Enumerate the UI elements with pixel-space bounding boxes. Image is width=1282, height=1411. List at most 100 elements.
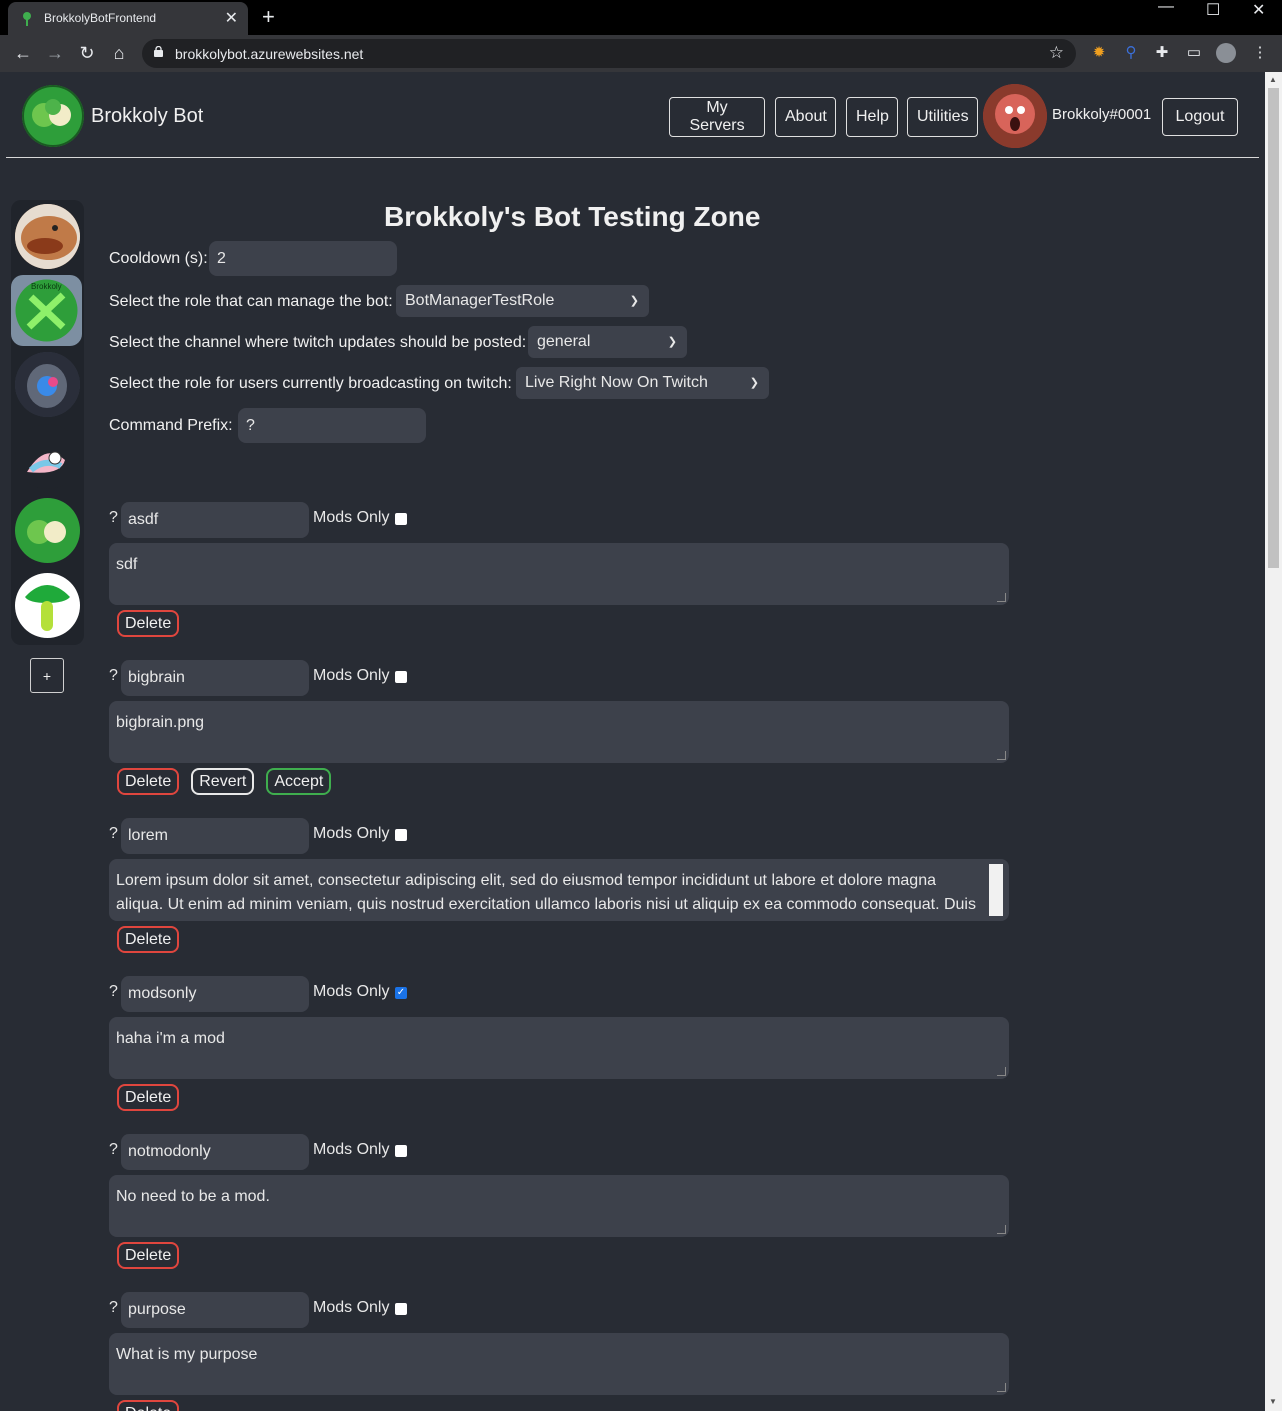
server-icon-bird[interactable] bbox=[15, 424, 80, 489]
my-servers-button[interactable]: My Servers bbox=[669, 97, 765, 137]
home-icon[interactable]: ⌂ bbox=[108, 43, 130, 64]
mods-only-label: Mods Only bbox=[313, 1141, 390, 1158]
address-bar[interactable]: brokkolybot.azurewebsites.net ☆ bbox=[142, 39, 1076, 68]
extension-sun-icon[interactable]: ✹ bbox=[1089, 43, 1109, 63]
command-name-input[interactable]: purpose bbox=[121, 1292, 309, 1328]
manager-role-select[interactable]: BotManagerTestRole ❯ bbox=[396, 285, 649, 317]
maximize-icon[interactable]: ☐ bbox=[1206, 0, 1220, 20]
scroll-thumb[interactable] bbox=[1268, 88, 1279, 568]
command-name-input[interactable]: lorem bbox=[121, 818, 309, 854]
add-server-button[interactable]: + bbox=[30, 658, 64, 693]
command-response-textarea[interactable]: Lorem ipsum dolor sit amet, consectetur … bbox=[109, 859, 1009, 921]
prefix-label: Command Prefix: bbox=[109, 417, 233, 434]
resize-grip-icon[interactable] bbox=[997, 751, 1006, 760]
live-role-value: Live Right Now On Twitch bbox=[525, 374, 708, 391]
command-item: ? purpose Mods Only What is my purpose D… bbox=[109, 1292, 1009, 1411]
command-name-input[interactable]: bigbrain bbox=[121, 660, 309, 696]
brokkoly-logo[interactable] bbox=[22, 85, 84, 147]
delete-button[interactable]: Delete bbox=[117, 1084, 180, 1111]
scroll-down-icon[interactable]: ▼ bbox=[1269, 1397, 1277, 1406]
username: Brokkoly#0001 bbox=[1052, 106, 1152, 123]
new-tab-icon[interactable]: + bbox=[262, 4, 275, 30]
textarea-scrollbar[interactable] bbox=[989, 864, 1003, 916]
command-response-textarea[interactable]: haha i'm a mod bbox=[109, 1017, 1009, 1079]
lock-icon bbox=[154, 46, 163, 57]
twitch-channel-label: Select the channel where twitch updates … bbox=[109, 334, 527, 351]
twitch-channel-value: general bbox=[537, 333, 591, 350]
prefix-input[interactable]: ? bbox=[238, 408, 426, 443]
delete-button[interactable]: Delete bbox=[117, 610, 180, 637]
mods-only-checkbox[interactable] bbox=[395, 1303, 407, 1315]
back-icon[interactable]: ← bbox=[12, 43, 34, 64]
broccoli-favicon-icon bbox=[23, 12, 31, 26]
extension-search-icon[interactable]: ⚲ bbox=[1121, 43, 1141, 63]
profile-avatar-icon[interactable] bbox=[1216, 43, 1236, 63]
resize-grip-icon[interactable] bbox=[997, 1225, 1006, 1234]
delete-button[interactable]: Delete bbox=[117, 1400, 180, 1411]
close-tab-icon[interactable]: ✕ bbox=[225, 8, 238, 28]
about-button[interactable]: About bbox=[775, 97, 836, 137]
broccoli-server-icon: Brokkoly bbox=[15, 279, 78, 342]
utilities-button[interactable]: Utilities bbox=[907, 97, 978, 137]
command-prefix: ? bbox=[109, 1141, 118, 1158]
delete-button[interactable]: Delete bbox=[117, 926, 180, 953]
site-header: Brokkoly Bot My Servers About Help Utili… bbox=[6, 72, 1259, 158]
mods-only-label: Mods Only bbox=[313, 1299, 390, 1316]
command-name-input[interactable]: notmodonly bbox=[121, 1134, 309, 1170]
server-icon-dino[interactable] bbox=[15, 204, 80, 269]
command-name-input[interactable]: modsonly bbox=[121, 976, 309, 1012]
command-response-textarea[interactable]: No need to be a mod. bbox=[109, 1175, 1009, 1237]
logout-button[interactable]: Logout bbox=[1162, 98, 1238, 136]
live-role-select[interactable]: Live Right Now On Twitch ❯ bbox=[516, 367, 769, 399]
user-avatar bbox=[983, 84, 1047, 148]
reload-icon[interactable]: ↻ bbox=[76, 43, 98, 64]
delete-button[interactable]: Delete bbox=[117, 1242, 180, 1269]
accept-button[interactable]: Accept bbox=[266, 768, 332, 795]
server-icon-brokkoly-logo[interactable] bbox=[15, 498, 80, 563]
mods-only-checkbox[interactable] bbox=[395, 513, 407, 525]
command-response-textarea[interactable]: sdf bbox=[109, 543, 1009, 605]
resize-grip-icon[interactable] bbox=[997, 1383, 1006, 1392]
minimize-icon[interactable]: — bbox=[1158, 0, 1174, 16]
command-item: ? notmodonly Mods Only No need to be a m… bbox=[109, 1134, 1009, 1284]
forward-icon[interactable]: → bbox=[44, 43, 66, 64]
help-button[interactable]: Help bbox=[846, 97, 898, 137]
mods-only-checkbox[interactable] bbox=[395, 671, 407, 683]
command-prefix: ? bbox=[109, 825, 118, 842]
server-icon-brokkoly-selected[interactable]: Brokkoly bbox=[11, 275, 82, 346]
mods-only-checkbox[interactable] bbox=[395, 829, 407, 841]
browser-tab[interactable]: BrokkolyBotFrontend ✕ bbox=[8, 2, 248, 35]
menu-kebab-icon[interactable]: ⋮ bbox=[1250, 43, 1270, 63]
tab-title: BrokkolyBotFrontend bbox=[44, 11, 157, 25]
delete-button[interactable]: Delete bbox=[117, 768, 180, 795]
command-response-textarea[interactable]: bigbrain.png bbox=[109, 701, 1009, 763]
cast-icon[interactable]: ▭ bbox=[1184, 43, 1204, 63]
resize-grip-icon[interactable] bbox=[997, 593, 1006, 602]
server-icon-robot[interactable] bbox=[15, 352, 80, 417]
chevron-down-icon: ❯ bbox=[667, 336, 677, 348]
live-role-label: Select the role for users currently broa… bbox=[109, 375, 512, 392]
mods-only-checkbox-checked[interactable]: ✓ bbox=[395, 987, 407, 999]
brand-name[interactable]: Brokkoly Bot bbox=[91, 105, 203, 128]
command-name-input[interactable]: asdf bbox=[121, 502, 309, 538]
revert-button[interactable]: Revert bbox=[191, 768, 255, 795]
manager-role-label: Select the role that can manage the bot: bbox=[109, 293, 393, 310]
resize-grip-icon[interactable] bbox=[997, 1067, 1006, 1076]
command-response-text: No need to be a mod. bbox=[116, 1188, 270, 1205]
dino-server-icon bbox=[15, 204, 80, 269]
bookmark-star-icon[interactable]: ☆ bbox=[1049, 43, 1064, 63]
mushroom-server-icon bbox=[15, 573, 80, 638]
mods-only-checkbox[interactable] bbox=[395, 1145, 407, 1157]
page-scrollbar[interactable]: ▲ ▼ bbox=[1265, 72, 1282, 1411]
chevron-down-icon: ❯ bbox=[629, 295, 639, 307]
twitch-channel-select[interactable]: general ❯ bbox=[528, 326, 687, 358]
command-response-textarea[interactable]: What is my purpose bbox=[109, 1333, 1009, 1395]
cooldown-input[interactable]: 2 bbox=[209, 241, 397, 276]
browser-toolbar: ← → ↻ ⌂ brokkolybot.azurewebsites.net ☆ … bbox=[0, 35, 1282, 72]
scroll-up-icon[interactable]: ▲ bbox=[1269, 75, 1277, 84]
bird-server-icon bbox=[27, 451, 65, 473]
window-close-icon[interactable]: ✕ bbox=[1252, 0, 1265, 20]
mods-only-label: Mods Only bbox=[313, 983, 390, 1000]
extensions-puzzle-icon[interactable]: ✚ bbox=[1152, 43, 1172, 63]
server-icon-mushroom[interactable] bbox=[15, 573, 80, 638]
